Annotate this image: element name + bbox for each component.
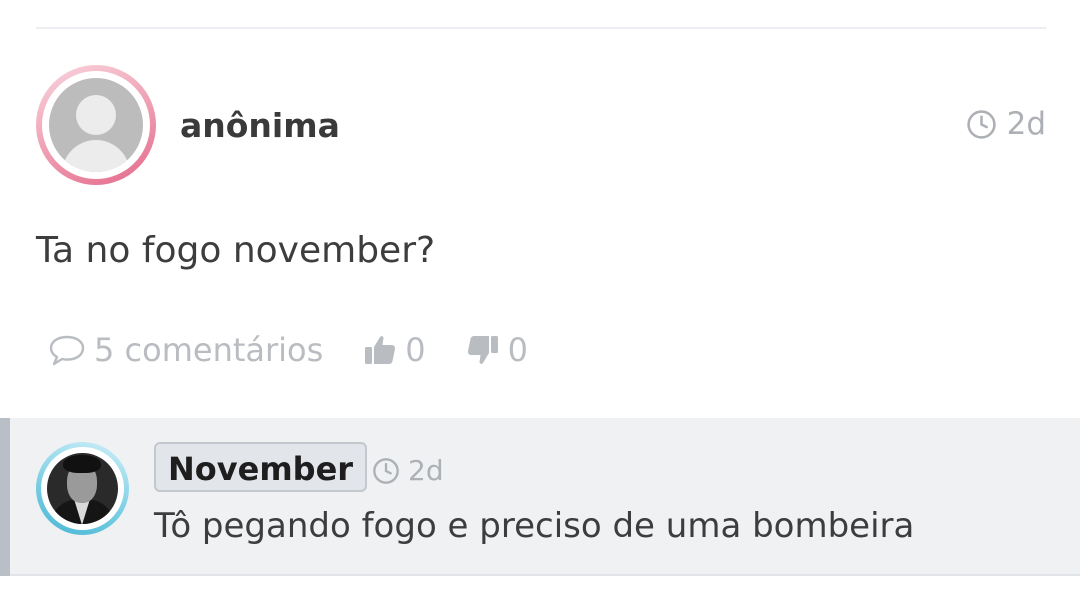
reply-timestamp: 2d — [372, 454, 444, 488]
comments-label: 5 comentários — [94, 331, 324, 369]
reply-indent-bar — [0, 418, 10, 576]
thumbs-down-icon — [467, 336, 498, 364]
like-count: 0 — [405, 331, 426, 369]
user-photo-icon — [47, 453, 118, 524]
post-author-name[interactable]: anônima — [180, 104, 340, 148]
thumbs-up-icon — [365, 336, 396, 364]
post-timestamp: 2d — [966, 104, 1046, 144]
post-actions: 5 comentários 0 0 — [48, 328, 528, 372]
clock-icon — [966, 109, 996, 139]
dislike-count: 0 — [507, 331, 529, 369]
reply-author-avatar[interactable] — [36, 442, 129, 535]
like-button[interactable]: 0 — [363, 328, 426, 372]
reply-body: Tô pegando fogo e preciso de uma bombeir… — [154, 506, 915, 546]
reply-author-name[interactable]: November — [154, 442, 368, 492]
speech-bubble-icon — [49, 335, 85, 366]
reply-time-label: 2d — [408, 454, 444, 487]
default-avatar-icon — [49, 78, 143, 172]
reply-divider — [10, 574, 1080, 576]
post-author-avatar[interactable] — [36, 65, 156, 185]
comments-button[interactable]: 5 comentários — [48, 328, 323, 372]
post-time-label: 2d — [1006, 106, 1046, 142]
dislike-button[interactable]: 0 — [466, 328, 528, 372]
post-body: Ta no fogo november? — [36, 230, 436, 271]
clock-icon — [373, 458, 399, 484]
top-divider — [36, 27, 1046, 29]
